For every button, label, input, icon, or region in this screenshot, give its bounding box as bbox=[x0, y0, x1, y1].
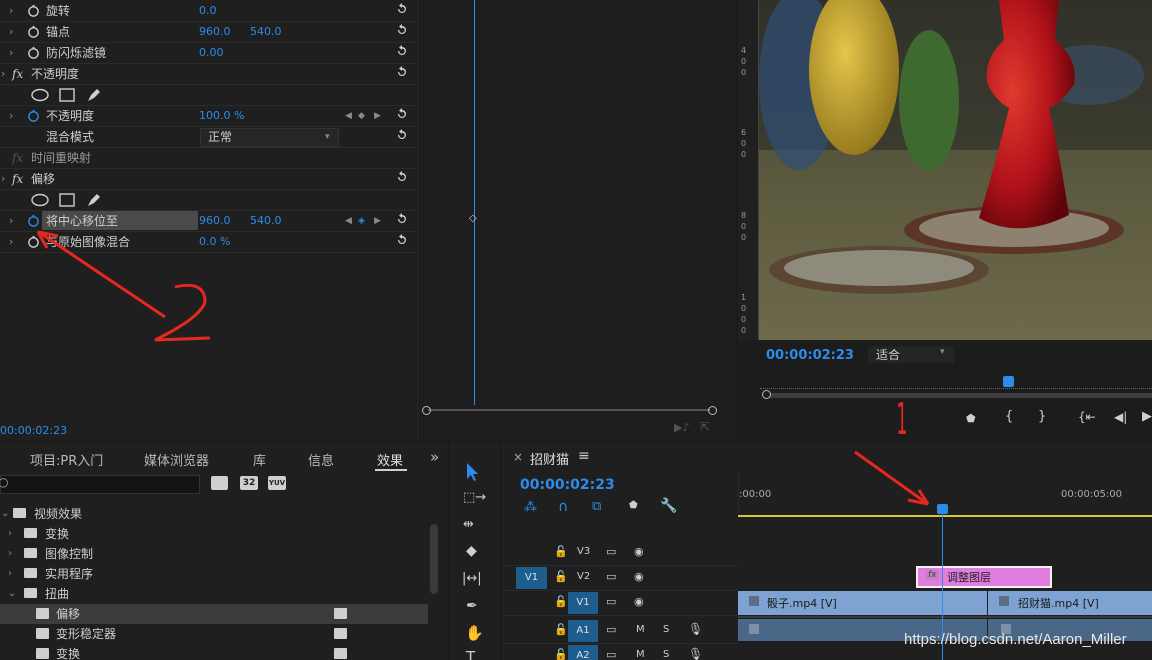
annotation-arrows bbox=[36, 230, 930, 506]
watermark: https://blog.csdn.net/Aaron_Miller bbox=[904, 631, 1127, 648]
